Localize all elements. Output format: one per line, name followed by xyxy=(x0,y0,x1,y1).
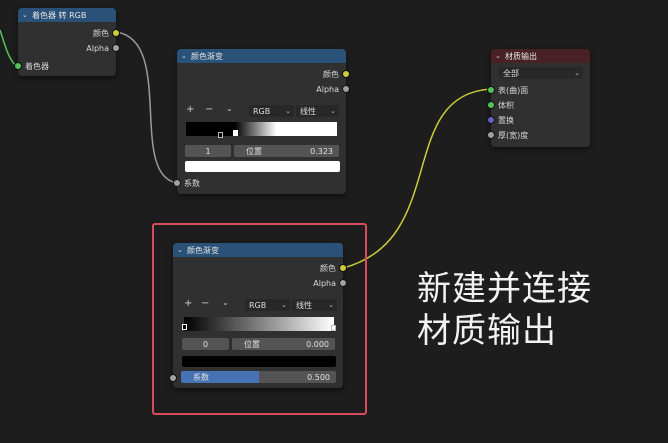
node-color-ramp-1[interactable]: ⌄ 颜色渐变 颜色 Alpha + − ⌄ RGB ⌄ 线性 ⌄ 1 位置 0.32… xyxy=(173,49,350,194)
output-alpha-socket[interactable] xyxy=(112,44,120,52)
node-header[interactable]: ⌄ 着色器 转 RGB xyxy=(18,8,116,22)
ramp-stop-black[interactable] xyxy=(218,132,223,138)
collapse-icon[interactable]: ⌄ xyxy=(495,52,505,60)
node-material-output[interactable]: ⌄ 材质输出 全部 ⌄ 表(曲)面 体积 置换 厚(宽)度 xyxy=(487,49,590,147)
caption-text: 新建并连接 材质输出 xyxy=(417,268,592,352)
chevron-down-icon: ⌄ xyxy=(330,107,336,115)
chevron-down-icon: ⌄ xyxy=(574,69,580,77)
caption-line-2: 材质输出 xyxy=(417,311,557,351)
output-alpha-row: Alpha xyxy=(86,43,109,53)
ramp-stop-white-active[interactable] xyxy=(233,130,238,136)
stop-position-field[interactable]: 位置 0.323 xyxy=(234,145,339,157)
input-thickness-socket[interactable] xyxy=(487,131,495,139)
color-ramp-bar[interactable] xyxy=(186,122,337,136)
remove-stop-button[interactable]: − xyxy=(205,104,213,115)
collapse-icon[interactable]: ⌄ xyxy=(22,11,32,19)
input-thickness-row: 厚(宽)度 xyxy=(498,130,529,140)
add-stop-button[interactable]: + xyxy=(186,104,194,115)
input-surface-row: 表(曲)面 xyxy=(498,85,529,95)
output-alpha-socket[interactable] xyxy=(342,85,350,93)
output-alpha-row: Alpha xyxy=(316,84,339,94)
input-surface-socket[interactable] xyxy=(487,86,495,94)
ramp-menu-button[interactable]: ⌄ xyxy=(226,104,233,113)
collapse-icon[interactable]: ⌄ xyxy=(181,52,191,60)
stop-color-swatch[interactable] xyxy=(185,161,340,172)
input-volume-row: 体积 xyxy=(498,100,514,110)
input-factor-socket[interactable] xyxy=(173,179,181,187)
output-color-row: 颜色 xyxy=(93,28,109,38)
stop-index-field[interactable]: 1 xyxy=(185,145,231,157)
chevron-down-icon: ⌄ xyxy=(285,107,291,115)
node-header[interactable]: ⌄ 材质输出 xyxy=(491,49,590,63)
color-mode-dropdown[interactable]: RGB ⌄ xyxy=(249,105,294,117)
caption-line-1: 新建并连接 xyxy=(417,269,592,309)
node-title: 着色器 转 RGB xyxy=(32,10,87,20)
link-color-to-factor xyxy=(115,31,178,184)
node-shader-to-rgb[interactable]: ⌄ 着色器 转 RGB 颜色 Alpha 着色器 xyxy=(14,8,120,76)
interpolation-dropdown[interactable]: 线性 ⌄ xyxy=(296,105,339,117)
node-header[interactable]: ⌄ 颜色渐变 xyxy=(177,49,346,63)
output-color-row: 颜色 xyxy=(323,69,339,79)
highlight-box xyxy=(152,223,367,415)
input-shader-socket[interactable] xyxy=(14,62,22,70)
input-displacement-socket[interactable] xyxy=(487,116,495,124)
node-title: 颜色渐变 xyxy=(191,51,223,61)
input-factor-row: 系数 xyxy=(184,178,200,188)
output-color-socket[interactable] xyxy=(112,29,120,37)
input-shader-row: 着色器 xyxy=(25,61,49,71)
target-dropdown[interactable]: 全部 ⌄ xyxy=(499,67,583,79)
input-displacement-row: 置换 xyxy=(498,115,514,125)
link-left-edge xyxy=(0,29,17,67)
input-volume-socket[interactable] xyxy=(487,101,495,109)
output-color-socket[interactable] xyxy=(342,70,350,78)
node-title: 材质输出 xyxy=(505,51,537,61)
